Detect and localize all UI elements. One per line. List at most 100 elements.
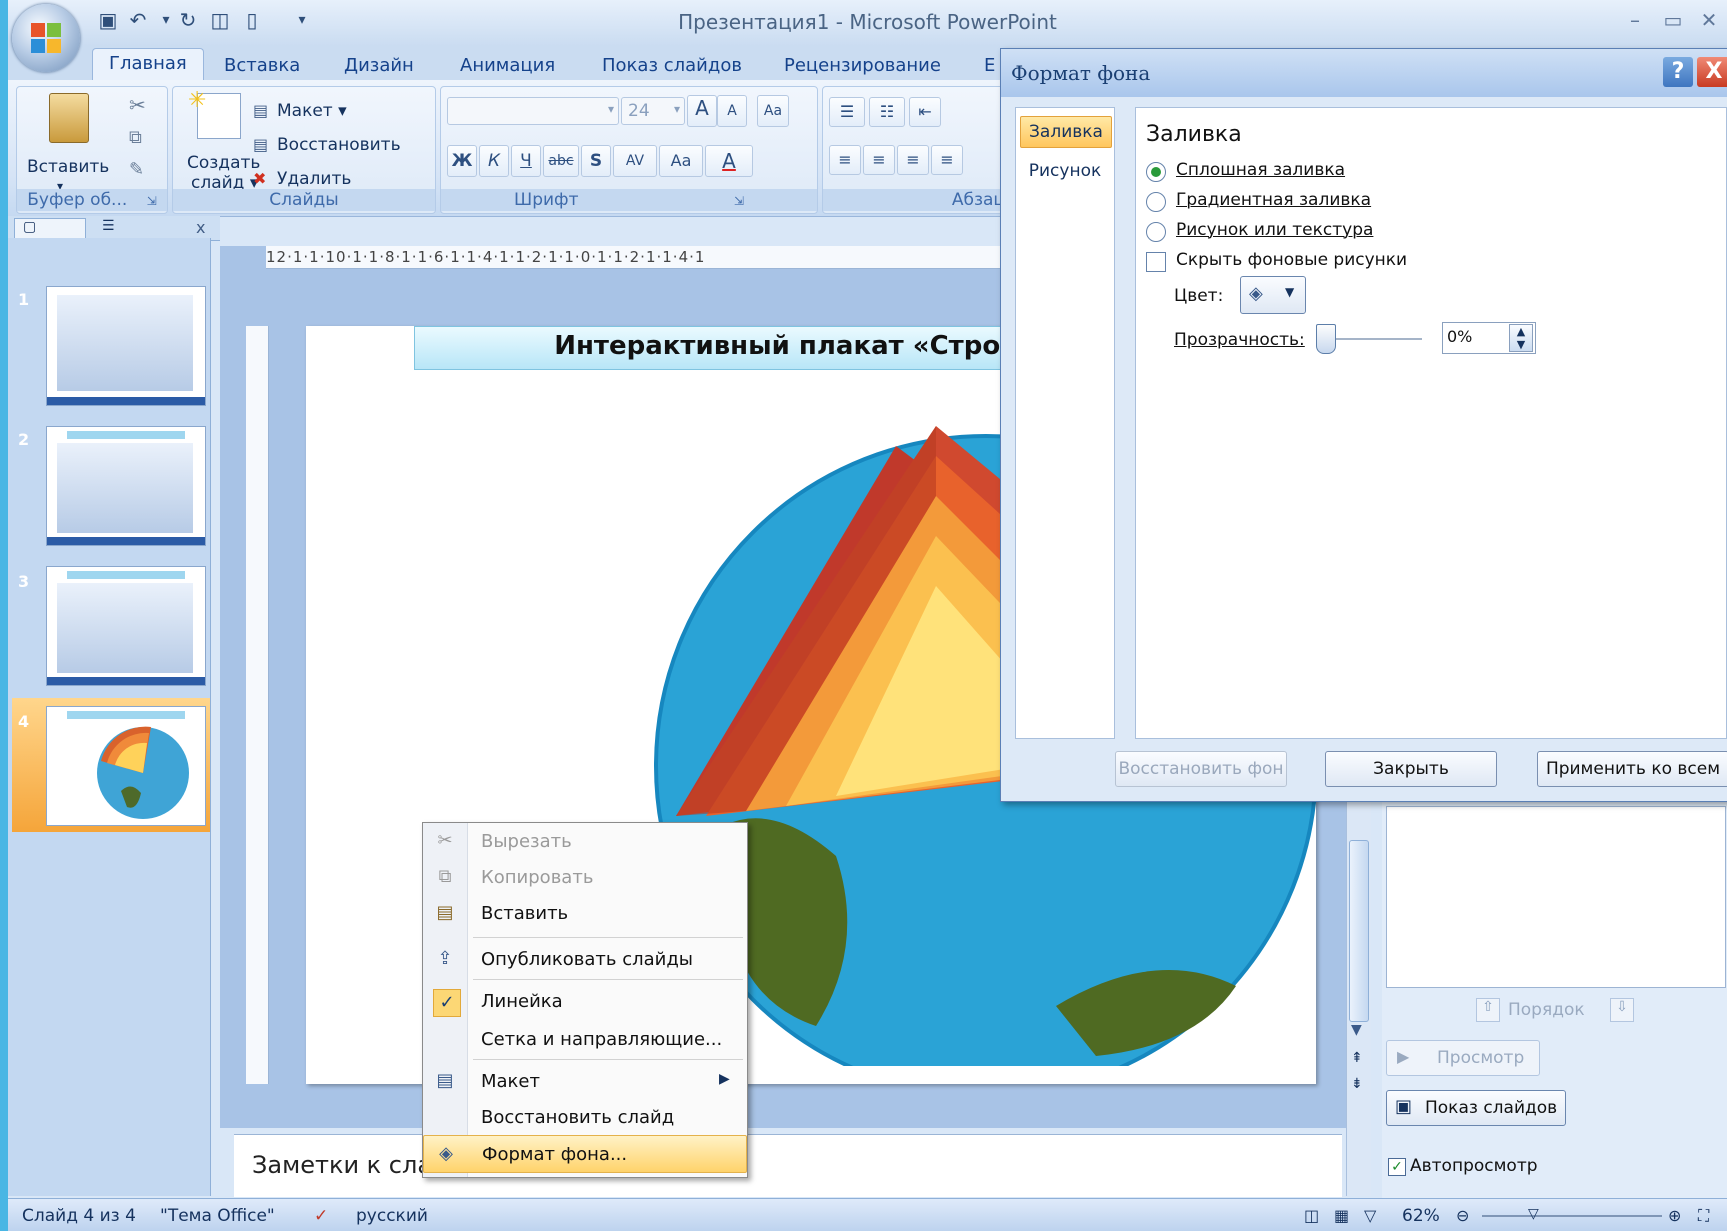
customize-qat-icon[interactable]: ▾	[290, 8, 314, 32]
menu-item-ruler[interactable]: ✓ Линейка	[423, 983, 747, 1019]
underline-button[interactable]: Ч	[511, 145, 541, 177]
previous-slide-icon[interactable]: ⇞	[1351, 1050, 1363, 1066]
move-up-icon[interactable]: ⇧	[1476, 998, 1500, 1022]
tab-insert[interactable]: Вставка	[224, 52, 300, 80]
layout-icon[interactable]: ▤	[253, 101, 268, 120]
justify-icon[interactable]: ≡	[931, 145, 963, 175]
picture-texture-label[interactable]: Рисунок или текстура	[1176, 220, 1373, 240]
slideshow-button[interactable]: ▣ Показ слайдов	[1386, 1090, 1566, 1126]
bold-button[interactable]: Ж	[447, 145, 477, 177]
shrink-font-button[interactable]: A	[717, 95, 747, 127]
transparency-slider-thumb[interactable]	[1316, 324, 1336, 354]
delete-slide-icon[interactable]: ✖	[253, 169, 266, 188]
reset-background-button[interactable]: Восстановить фон	[1115, 751, 1287, 787]
spellcheck-icon[interactable]: ✓	[314, 1206, 328, 1226]
slideshow-view-icon[interactable]: ▽	[1364, 1206, 1376, 1225]
reset-button-label[interactable]: Восстановить	[277, 135, 401, 155]
zoom-out-icon[interactable]: ⊖	[1456, 1206, 1469, 1225]
close-button[interactable]: Закрыть	[1325, 751, 1497, 787]
dialog-launcher-icon[interactable]: ⇲	[147, 194, 157, 208]
font-size-select[interactable]: 24 ▾	[621, 97, 685, 125]
category-picture[interactable]: Рисунок	[1020, 156, 1110, 186]
category-fill[interactable]: Заливка	[1020, 116, 1112, 148]
tab-design[interactable]: Дизайн	[344, 52, 414, 80]
new-slide-label-1[interactable]: Создать	[187, 153, 260, 173]
close-icon[interactable]: ✕	[1696, 8, 1722, 32]
menu-item-paste[interactable]: ▤ Вставить	[423, 895, 747, 931]
new-slide-icon[interactable]: ✳	[188, 88, 241, 139]
layout-button-label[interactable]: Макет ▾	[277, 101, 347, 121]
decrease-indent-icon[interactable]: ⇤	[909, 97, 941, 127]
menu-item-reset-slide[interactable]: Восстановить слайд	[423, 1099, 747, 1135]
spinner-arrows-icon[interactable]: ▲ ▼	[1509, 324, 1533, 352]
autopreview-checkbox[interactable]: ✓	[1388, 1158, 1406, 1176]
color-picker-button[interactable]: ◈ ▼	[1240, 276, 1306, 314]
dialog-launcher-icon[interactable]: ⇲	[734, 194, 744, 208]
gradient-fill-radio[interactable]	[1146, 192, 1166, 212]
cut-icon[interactable]: ✂	[129, 93, 146, 117]
new-document-icon[interactable]: ▯	[240, 8, 264, 32]
save-icon[interactable]: ▣	[96, 8, 120, 32]
change-case-button[interactable]: Aa	[659, 145, 703, 177]
theme-name[interactable]: "Тема Office"	[160, 1206, 275, 1226]
menu-item-publish-slides[interactable]: ⇪ Опубликовать слайды	[423, 941, 747, 977]
clear-formatting-icon[interactable]: Aa	[757, 95, 789, 127]
character-spacing-button[interactable]: AV	[613, 145, 657, 177]
slide-sorter-icon[interactable]: ▦	[1334, 1206, 1349, 1225]
hide-background-graphics-label[interactable]: Скрыть фоновые рисунки	[1176, 250, 1407, 270]
menu-item-layout[interactable]: ▤ Макет ▶	[423, 1063, 747, 1099]
zoom-level[interactable]: 62%	[1402, 1206, 1440, 1226]
delete-button-label[interactable]: Удалить	[277, 169, 351, 189]
zoom-slider[interactable]	[1482, 1215, 1662, 1217]
paste-icon[interactable]	[49, 93, 89, 143]
grow-font-button[interactable]: A	[687, 95, 717, 127]
hide-background-graphics-checkbox[interactable]	[1146, 252, 1166, 272]
menu-item-cut[interactable]: ✂ Вырезать	[423, 823, 747, 859]
align-center-icon[interactable]: ≡	[863, 145, 895, 175]
slide-thumbnail-4[interactable]	[46, 706, 206, 826]
font-color-icon[interactable]: A	[705, 145, 753, 177]
close-panel-icon[interactable]: x	[196, 218, 205, 237]
animation-list[interactable]	[1386, 806, 1726, 988]
normal-view-icon[interactable]: ◫	[1304, 1206, 1319, 1225]
move-down-icon[interactable]: ⇩	[1610, 998, 1634, 1022]
copy-icon[interactable]: ⧉	[129, 127, 142, 148]
shadow-button[interactable]: S	[581, 145, 611, 177]
language-indicator[interactable]: русский	[356, 1206, 428, 1226]
menu-item-grid-guides[interactable]: Сетка и направляющие...	[423, 1021, 747, 1057]
menu-item-copy[interactable]: ⧉ Копировать	[423, 859, 747, 895]
gradient-fill-label[interactable]: Градиентная заливка	[1176, 190, 1371, 210]
restore-icon[interactable]: ▭	[1660, 8, 1686, 32]
dialog-title-bar[interactable]: Формат фона ? X	[1001, 49, 1727, 97]
font-family-select[interactable]: ▾	[447, 97, 619, 125]
italic-button[interactable]: К	[479, 145, 509, 177]
zoom-in-icon[interactable]: ⊕	[1668, 1206, 1681, 1225]
slide-thumbnail-1[interactable]	[46, 286, 206, 406]
tab-slideshow[interactable]: Показ слайдов	[602, 52, 742, 80]
picture-texture-radio[interactable]	[1146, 222, 1166, 242]
tab-slides-thumbnails[interactable]: ▢	[14, 218, 86, 239]
dialog-close-button[interactable]: X	[1697, 57, 1727, 87]
numbering-icon[interactable]: ☷	[869, 97, 905, 127]
reset-slide-icon[interactable]: ▤	[253, 135, 268, 154]
undo-dropdown-icon[interactable]: ▾	[154, 8, 178, 32]
apply-to-all-button[interactable]: Применить ко всем	[1537, 751, 1727, 787]
tab-view-partial[interactable]: Е	[984, 52, 995, 80]
vertical-scrollbar[interactable]: ▼ ⇞ ⇟	[1346, 800, 1371, 1196]
minimize-icon[interactable]: –	[1622, 8, 1648, 32]
tab-review[interactable]: Рецензирование	[784, 52, 941, 80]
preview-button[interactable]: ▶ Просмотр	[1386, 1040, 1540, 1076]
scrollbar-thumb[interactable]	[1349, 840, 1369, 1022]
tab-animation[interactable]: Анимация	[460, 52, 555, 80]
solid-fill-label[interactable]: Сплошная заливка	[1176, 160, 1345, 180]
bullets-icon[interactable]: ☰	[829, 97, 865, 127]
next-slide-icon[interactable]: ⇟	[1351, 1076, 1363, 1092]
print-preview-icon[interactable]: ◫	[208, 8, 232, 32]
align-left-icon[interactable]: ≡	[829, 145, 861, 175]
transparency-spinbox[interactable]: 0% ▲ ▼	[1442, 322, 1536, 354]
zoom-slider-thumb-icon[interactable]: ▽	[1528, 1206, 1539, 1222]
paste-button-label[interactable]: Вставить	[27, 157, 109, 177]
help-button[interactable]: ?	[1663, 57, 1693, 87]
tab-outline[interactable]: ☰	[88, 218, 158, 238]
align-right-icon[interactable]: ≡	[897, 145, 929, 175]
